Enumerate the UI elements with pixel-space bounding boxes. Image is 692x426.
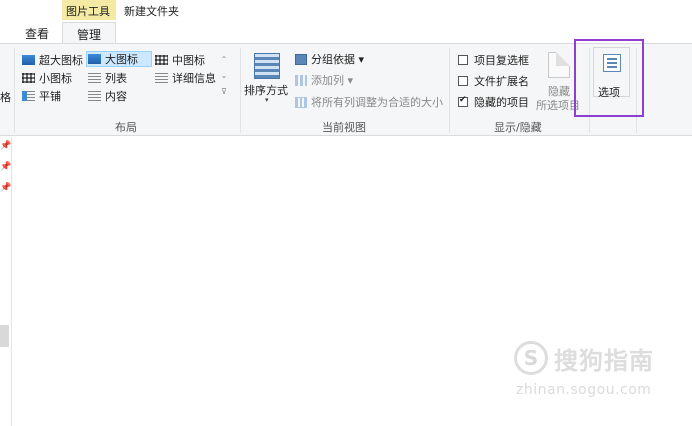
checkbox[interactable] [458, 76, 468, 86]
content-icon [88, 91, 101, 101]
group-separator [240, 48, 241, 133]
checkbox[interactable] [458, 95, 468, 107]
add-columns-icon [295, 74, 307, 86]
current-view-group-label: 当前视图 [322, 121, 366, 134]
layout-item-label: 小图标 [39, 72, 72, 85]
group-separator [14, 48, 15, 133]
layout-small-icons[interactable]: 小图标 [22, 70, 72, 86]
tab-manage[interactable]: 管理 [62, 22, 116, 44]
window-title: 新建文件夹 [124, 5, 179, 18]
hidden-items-label: 隐藏的项目 [474, 96, 529, 109]
group-by-button[interactable]: 分组依据 ▾ [295, 51, 364, 67]
pin-icon[interactable]: 📌 [0, 141, 11, 151]
tab-view[interactable]: 查看 [16, 22, 58, 44]
item-check-boxes-toggle[interactable]: 项目复选框 [458, 52, 529, 68]
hidden-items-toggle[interactable]: 隐藏的项目 [458, 94, 529, 110]
layout-list[interactable]: 列表 [88, 70, 127, 86]
pin-icon[interactable]: 📌 [0, 162, 11, 172]
watermark-text: 搜狗指南 [554, 347, 654, 375]
layout-item-label: 列表 [105, 72, 127, 85]
list-icon [88, 73, 101, 83]
layout-item-label: 内容 [105, 90, 127, 103]
sort-by-caret-icon: ▾ [265, 96, 269, 104]
show-hide-group-label: 显示/隐藏 [494, 121, 542, 134]
layout-content[interactable]: 内容 [88, 88, 127, 104]
layout-tiles[interactable]: 平铺 [22, 88, 61, 104]
navigation-pane-edge [11, 137, 12, 426]
sogou-logo-icon: S [514, 341, 548, 375]
layout-item-label: 大图标 [105, 53, 138, 66]
layout-item-label: 详细信息 [172, 72, 216, 85]
sort-by-icon[interactable] [254, 53, 280, 79]
layout-group-label: 布局 [115, 121, 137, 134]
item-check-boxes-label: 项目复选框 [474, 54, 529, 67]
layout-item-label: 中图标 [172, 54, 205, 67]
large-icons-icon [88, 54, 101, 64]
add-columns-button[interactable]: 添加列 ▾ [295, 72, 353, 88]
tiles-icon [22, 91, 35, 101]
checkbox[interactable] [458, 55, 468, 65]
add-columns-label: 添加列 ▾ [311, 74, 354, 87]
medium-icons-icon [155, 55, 168, 65]
group-by-icon [295, 53, 307, 65]
group-by-label: 分组依据 ▾ [311, 53, 365, 66]
sogou-watermark: S 搜狗指南 zhinan.sogou.com [514, 338, 674, 400]
gallery-expand-icon[interactable]: ⊽ [218, 84, 230, 100]
layout-item-label: 超大图标 [39, 54, 83, 67]
file-name-extensions-toggle[interactable]: 文件扩展名 [458, 73, 529, 89]
group-separator [449, 48, 450, 133]
layout-gallery-scroll[interactable]: ⌃ ⌄ ⊽ [218, 52, 230, 102]
options-highlight-annotation [574, 39, 644, 117]
small-icons-icon [22, 73, 35, 83]
size-all-columns-button[interactable]: 将所有列调整为合适的大小 [295, 94, 443, 110]
layout-extra-large-icons[interactable]: 超大图标 [22, 52, 83, 68]
extra-large-icons-icon [22, 55, 35, 65]
details-icon [155, 73, 168, 83]
size-columns-icon [295, 96, 307, 108]
hide-selected-items-icon[interactable] [548, 52, 570, 78]
scroll-up-icon[interactable]: ⌃ [218, 52, 230, 68]
watermark-url: zhinan.sogou.com [516, 382, 652, 398]
layout-medium-icons[interactable]: 中图标 [155, 52, 205, 68]
layout-large-icons[interactable]: 大图标 [86, 51, 152, 67]
picture-tools-context-label: 图片工具 [66, 5, 110, 18]
size-columns-label: 将所有列调整为合适的大小 [311, 96, 443, 109]
file-name-extensions-label: 文件扩展名 [474, 75, 529, 88]
layout-details[interactable]: 详细信息 [155, 70, 216, 86]
ribbon-tab-bar: 图片工具 新建文件夹 查看 管理 [0, 0, 692, 44]
layout-item-label: 平铺 [39, 90, 61, 103]
pin-icon[interactable]: 📌 [0, 183, 11, 193]
navigation-scrollbar-thumb[interactable] [0, 325, 9, 347]
scroll-down-icon[interactable]: ⌄ [218, 68, 230, 84]
left-sliver-label: 格 [0, 91, 11, 104]
